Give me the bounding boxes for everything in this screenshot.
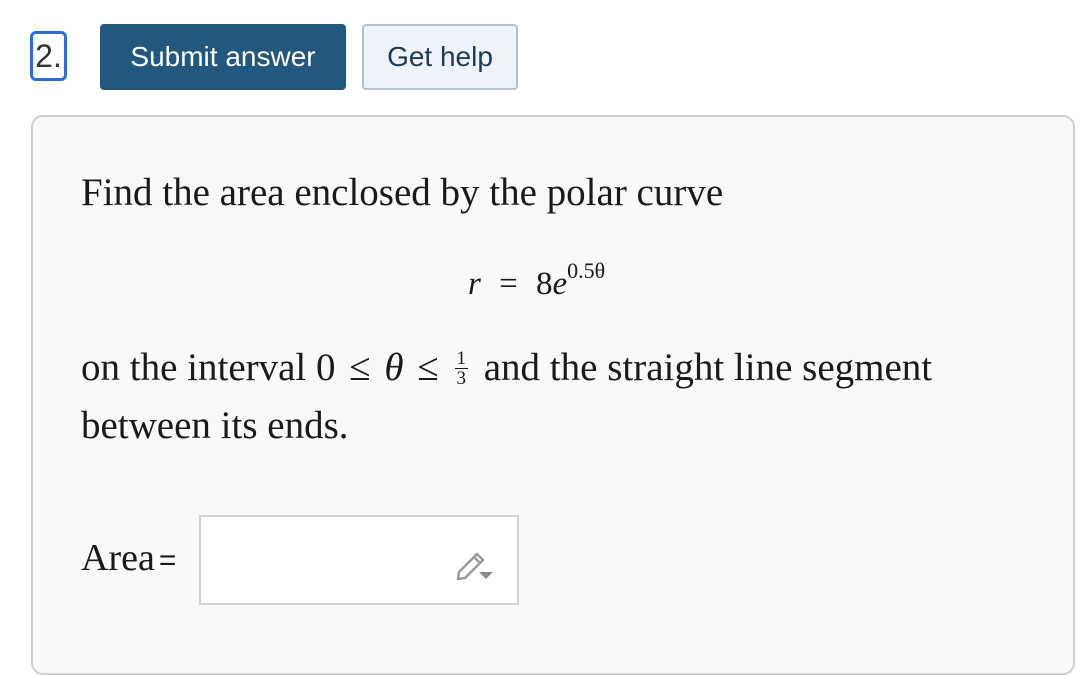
area-label: Area = [81, 536, 176, 580]
fraction-denominator: 3 [456, 367, 467, 389]
equation-rel: = [499, 266, 518, 302]
pencil-icon[interactable] [453, 542, 495, 582]
equation-exponent: 0.5θ [567, 258, 606, 283]
interval-rel2: ≤ [417, 346, 439, 389]
problem-intro: Find the area enclosed by the polar curv… [81, 171, 724, 214]
interval-var: θ [384, 346, 404, 389]
interval-lower: 0 [316, 346, 336, 389]
equation-lhs: r [468, 266, 481, 302]
area-equals: = [158, 544, 177, 577]
submit-answer-button[interactable]: Submit answer [100, 24, 346, 90]
interval-suffix: and the straight line segment [483, 346, 933, 389]
problem-line2: between its ends. [81, 404, 349, 447]
area-label-text: Area [81, 537, 155, 579]
interval-text: on the interval 0 ≤ θ ≤ 1 3 and the stra… [81, 345, 932, 391]
polar-equation: r = 8e0.5θ [468, 258, 605, 303]
equation-e: e [552, 266, 568, 302]
interval-fraction: 1 3 [454, 347, 468, 389]
get-help-button[interactable]: Get help [362, 24, 518, 90]
interval-prefix: on the interval [81, 346, 317, 389]
interval-rel1: ≤ [349, 346, 371, 389]
question-number: 2. [30, 31, 67, 81]
equation-base: 8 [535, 266, 553, 302]
question-number-text: 2. [35, 38, 62, 74]
fraction-numerator: 1 [454, 347, 468, 369]
